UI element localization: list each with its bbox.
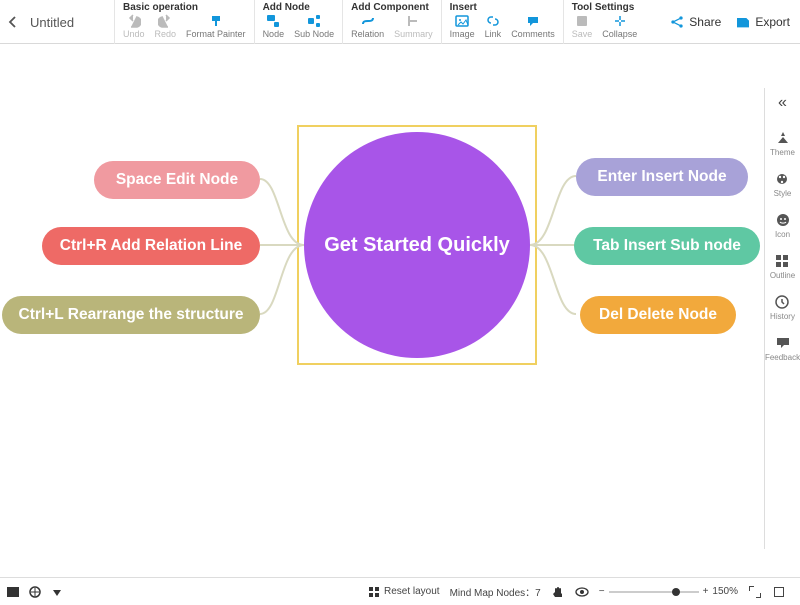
icon-icon	[775, 212, 791, 228]
group-basic-operation: Basic operation	[123, 2, 246, 13]
zoom-out-button[interactable]: −	[599, 586, 605, 597]
style-icon	[774, 171, 790, 187]
export-icon	[735, 14, 751, 30]
export-button[interactable]: Export	[735, 14, 790, 30]
group-add-node: Add Node	[263, 2, 335, 13]
nav-outline[interactable]: Outline	[770, 253, 795, 280]
panel-collapse-icon[interactable]: «	[778, 94, 787, 116]
relation-button[interactable]: Relation	[351, 14, 384, 39]
insert-image-button[interactable]: Image	[450, 14, 475, 39]
nav-theme[interactable]: Theme	[770, 130, 795, 157]
nav-icon[interactable]: Icon	[775, 212, 791, 239]
share-icon	[669, 14, 685, 30]
node-tab-insert[interactable]: Tab Insert Sub node	[574, 227, 760, 265]
hand-tool-icon[interactable]	[551, 585, 565, 599]
node-rearrange[interactable]: Ctrl+L Rearrange the structure	[2, 296, 260, 334]
view-mode-2-icon[interactable]	[28, 585, 42, 599]
node-count: Mind Map Nodes：7	[450, 584, 541, 599]
image-icon	[455, 14, 469, 28]
undo-button[interactable]: Undo	[123, 14, 145, 39]
grid-icon	[368, 586, 380, 598]
format-painter-icon	[209, 14, 223, 28]
add-sub-node-button[interactable]: Sub Node	[294, 14, 334, 39]
view-mode-1-icon[interactable]	[6, 585, 20, 599]
nav-history[interactable]: History	[770, 294, 795, 321]
fit-screen-icon[interactable]	[748, 585, 762, 599]
center-node[interactable]: Get Started Quickly	[304, 132, 530, 358]
reset-layout-button[interactable]: Reset layout	[368, 586, 440, 598]
fullscreen-icon[interactable]	[772, 585, 786, 599]
theme-icon	[775, 130, 791, 146]
comments-icon	[526, 14, 540, 28]
node-add-relation[interactable]: Ctrl+R Add Relation Line	[42, 227, 260, 265]
zoom-control[interactable]: − + 150%	[599, 586, 738, 597]
group-insert: Insert	[450, 2, 555, 13]
eye-tool-icon[interactable]	[575, 585, 589, 599]
node-space-edit[interactable]: Space Edit Node	[94, 161, 260, 199]
save-button[interactable]: Save	[572, 14, 593, 39]
collapse-icon	[613, 14, 627, 28]
format-painter-button[interactable]: Format Painter	[186, 14, 246, 39]
document-title[interactable]: Untitled	[26, 0, 114, 44]
node-enter-insert[interactable]: Enter Insert Node	[576, 158, 748, 196]
group-tool-settings: Tool Settings	[572, 2, 638, 13]
add-node-button[interactable]: Node	[263, 14, 285, 39]
summary-icon	[406, 14, 420, 28]
zoom-slider[interactable]	[609, 591, 699, 593]
collapse-button[interactable]: Collapse	[602, 14, 637, 39]
redo-button[interactable]: Redo	[155, 14, 177, 39]
relation-icon	[361, 14, 375, 28]
link-icon	[486, 14, 500, 28]
insert-link-button[interactable]: Link	[485, 14, 502, 39]
nav-style[interactable]: Style	[774, 171, 792, 198]
zoom-value: 150%	[712, 586, 738, 597]
node-icon	[266, 14, 280, 28]
feedback-icon	[775, 335, 791, 351]
save-icon	[575, 14, 589, 28]
sub-node-icon	[307, 14, 321, 28]
insert-comments-button[interactable]: Comments	[511, 14, 555, 39]
redo-icon	[158, 14, 172, 28]
node-del-delete[interactable]: Del Delete Node	[580, 296, 736, 334]
mindmap-canvas[interactable]: Get Started Quickly Space Edit Node Ctrl…	[0, 44, 764, 577]
view-mode-3-icon[interactable]	[50, 585, 64, 599]
zoom-in-button[interactable]: +	[703, 586, 709, 597]
summary-button[interactable]: Summary	[394, 14, 433, 39]
history-icon	[774, 294, 790, 310]
share-button[interactable]: Share	[669, 14, 721, 30]
outline-icon	[774, 253, 790, 269]
back-button[interactable]	[0, 0, 26, 44]
undo-icon	[127, 14, 141, 28]
group-add-component: Add Component	[351, 2, 433, 13]
nav-feedback[interactable]: Feedback	[765, 335, 800, 362]
